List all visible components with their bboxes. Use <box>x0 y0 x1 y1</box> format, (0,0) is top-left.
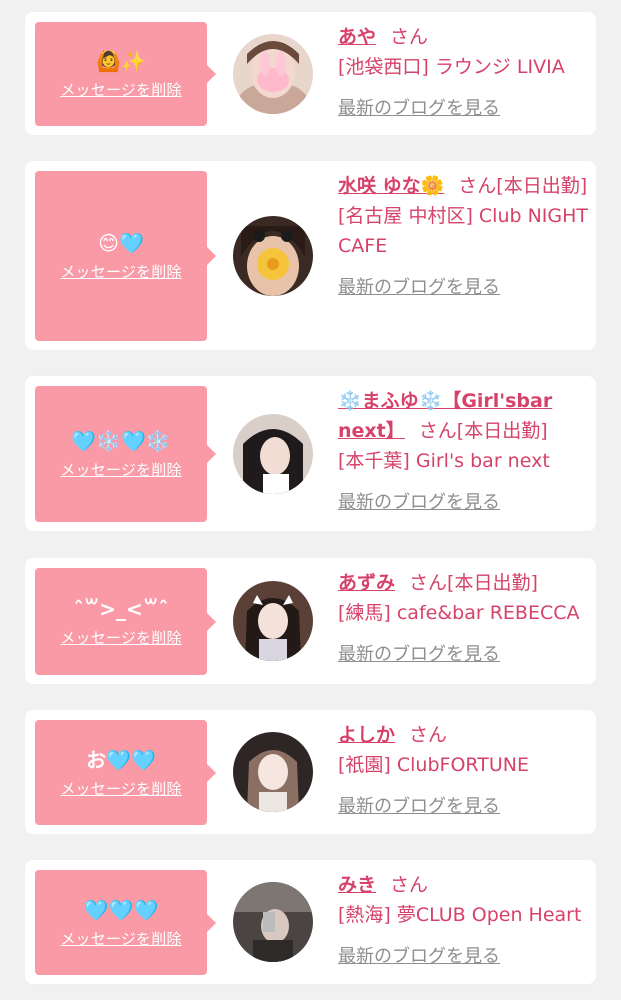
message-text: お🩵🩵 <box>86 747 156 772</box>
delete-message-link[interactable]: メッセージを削除 <box>60 460 181 480</box>
avatar[interactable] <box>233 882 313 962</box>
message-text: 🩵❄️🩵❄️ <box>71 429 171 453</box>
cast-name-link[interactable]: よしか <box>338 724 395 746</box>
message-card: 🙆✨ メッセージを削除 あや さん [池袋西口] ラウンジ LIVIA 最新のブロ… <box>25 12 596 135</box>
blog-link[interactable]: 最新のブログを見る <box>338 94 500 124</box>
card-info: あや さん [池袋西口] ラウンジ LIVIA 最新のブログを見る <box>338 22 590 124</box>
shop-text: [池袋西口] ラウンジ LIVIA <box>338 56 565 78</box>
message-bubble: お🩵🩵 メッセージを削除 <box>35 720 216 825</box>
message-card: ˆ꒳>_<꒳ˆ メッセージを削除 あずみ さん[本日出勤] [練馬] cafe&b… <box>25 558 596 684</box>
delete-message-link[interactable]: メッセージを削除 <box>60 262 181 282</box>
shop-text: [熱海] 夢CLUB Open Heart <box>338 904 582 926</box>
message-text: 🩵🩵🩵 <box>83 897 159 922</box>
message-card: 🩵❄️🩵❄️ メッセージを削除 ❄️まふゆ❄️【Girl'sbar next】さ… <box>25 376 596 531</box>
blog-link[interactable]: 最新のブログを見る <box>338 273 500 303</box>
card-info: あずみ さん[本日出勤] [練馬] cafe&bar REBECCA 最新のブログ… <box>338 568 590 670</box>
shop-text: [名古屋 中村区] Club NIGHT CAFE <box>338 205 589 257</box>
message-text: ˆ꒳>_<꒳ˆ <box>73 596 169 621</box>
message-card: 🩵🩵🩵 メッセージを削除 みき さん [熱海] 夢CLUB Open Heart … <box>25 860 596 984</box>
shop-text: [練馬] cafe&bar REBECCA <box>338 602 580 624</box>
avatar[interactable] <box>233 414 313 494</box>
profile-photo-icon <box>233 882 313 962</box>
shop-text: [祇園] ClubFORTUNE <box>338 754 529 776</box>
honorific: さん <box>409 572 448 594</box>
delete-message-link[interactable]: メッセージを削除 <box>60 929 181 949</box>
message-bubble: 🙆✨ メッセージを削除 <box>35 22 216 126</box>
card-info: 水咲 ゆな🌼 さん[本日出勤] [名古屋 中村区] Club NIGHT CAFE… <box>338 171 590 303</box>
message-bubble: 🩵🩵🩵 メッセージを削除 <box>35 870 216 975</box>
message-card: 😊🩵 メッセージを削除 水咲 ゆな🌼 さん[本日出勤] [名古屋 中村区] Clu… <box>25 161 596 350</box>
avatar[interactable] <box>233 581 313 661</box>
status-text: [本日出勤] <box>456 420 548 442</box>
status-text: [本日出勤] <box>447 572 538 594</box>
cast-name-link[interactable]: あずみ <box>338 572 395 594</box>
profile-photo-icon <box>233 216 313 296</box>
cast-name-link[interactable]: あや <box>338 26 376 48</box>
profile-photo-icon <box>233 581 313 661</box>
avatar[interactable] <box>233 732 313 812</box>
message-card: お🩵🩵 メッセージを削除 よしか さん [祇園] ClubFORTUNE 最新のブ… <box>25 710 596 834</box>
avatar[interactable] <box>233 216 313 296</box>
shop-text: [本千葉] Girl's bar next <box>338 450 550 472</box>
message-text: 😊🩵 <box>98 231 144 255</box>
blog-link[interactable]: 最新のブログを見る <box>338 792 500 822</box>
delete-message-link[interactable]: メッセージを削除 <box>60 628 181 648</box>
blog-link[interactable]: 最新のブログを見る <box>338 640 500 670</box>
card-info: ❄️まふゆ❄️【Girl'sbar next】 さん[本日出勤] [本千葉] Gi… <box>338 386 590 518</box>
cast-name-link[interactable]: みき <box>338 874 376 896</box>
delete-message-link[interactable]: メッセージを削除 <box>60 779 181 799</box>
honorific: さん <box>390 26 429 48</box>
blog-link[interactable]: 最新のブログを見る <box>338 942 500 972</box>
cast-name-link[interactable]: 水咲 ゆな🌼 <box>338 175 444 197</box>
honorific: さん <box>458 175 497 197</box>
honorific: さん <box>390 874 429 896</box>
honorific: さん <box>409 724 448 746</box>
honorific: さん <box>418 420 457 442</box>
profile-photo-icon <box>233 414 313 494</box>
message-bubble: ˆ꒳>_<꒳ˆ メッセージを削除 <box>35 568 216 675</box>
card-info: みき さん [熱海] 夢CLUB Open Heart 最新のブログを見る <box>338 870 590 972</box>
profile-photo-icon <box>233 732 313 812</box>
message-bubble: 🩵❄️🩵❄️ メッセージを削除 <box>35 386 216 522</box>
blog-link[interactable]: 最新のブログを見る <box>338 488 500 518</box>
profile-photo-icon <box>233 34 313 114</box>
message-bubble: 😊🩵 メッセージを削除 <box>35 171 216 341</box>
card-info: よしか さん [祇園] ClubFORTUNE 最新のブログを見る <box>338 720 590 822</box>
status-text: [本日出勤] <box>496 175 588 197</box>
avatar[interactable] <box>233 34 313 114</box>
message-text: 🙆✨ <box>96 49 146 73</box>
delete-message-link[interactable]: メッセージを削除 <box>60 80 181 100</box>
